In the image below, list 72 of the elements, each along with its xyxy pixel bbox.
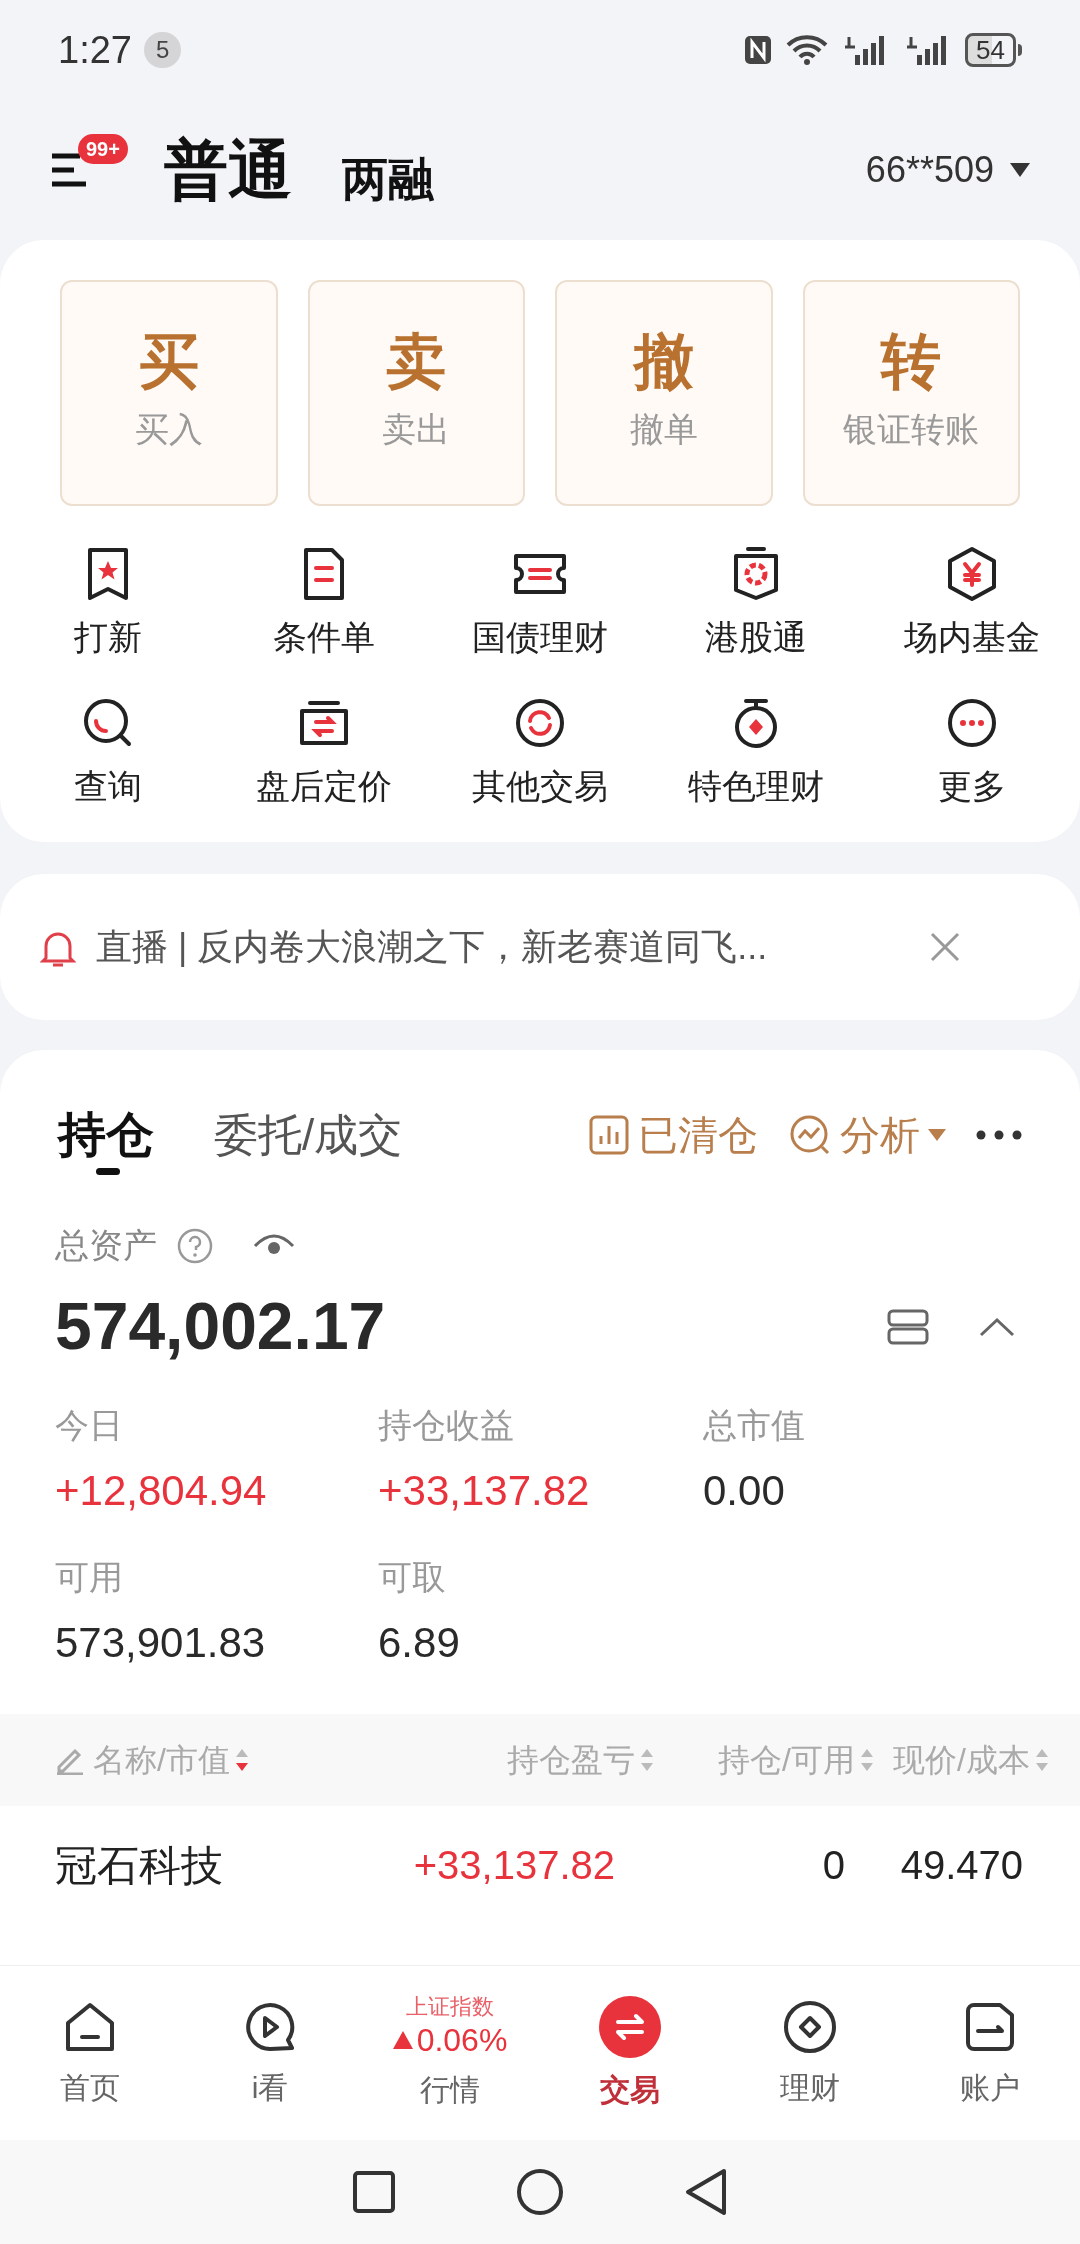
stock-name[interactable]: 冠石科技: [55, 1833, 355, 1897]
action-glyph: 买: [138, 331, 199, 392]
trend-icon: [788, 1113, 832, 1157]
nav-tab[interactable]: 交易: [540, 1994, 720, 2112]
close-icon[interactable]: [930, 932, 960, 962]
notification-badge: 99+: [78, 134, 128, 164]
stat-label: 可用: [55, 1557, 124, 1598]
quick-action-button[interactable]: 撤 撤单: [555, 280, 773, 506]
account-type-tab[interactable]: 两融: [342, 145, 434, 218]
holdings-tab[interactable]: 委托/成交: [214, 1102, 403, 1168]
table-cell-text: 0: [821, 1842, 845, 1889]
nfc-icon: [743, 34, 774, 66]
nav-tab[interactable]: 上证指数 0.06% 行情: [360, 1994, 540, 2112]
quick-action-button[interactable]: 买 买入: [60, 280, 278, 506]
shortcut-item[interactable]: 打新: [0, 544, 216, 663]
action-glyph: 撤: [633, 331, 694, 392]
shortcut-item[interactable]: 条件单: [216, 544, 432, 663]
help-icon[interactable]: [177, 1227, 213, 1264]
action-label: 银证转账: [843, 408, 980, 450]
quick-action-button[interactable]: 转 银证转账: [802, 280, 1020, 506]
stat-label: 持仓收益: [378, 1405, 515, 1446]
nav-tab[interactable]: 理财: [720, 1996, 900, 2110]
home-circle-icon[interactable]: [516, 2168, 564, 2216]
action-glyph: 卖: [386, 331, 447, 392]
table-cell-text: 49.470: [899, 1842, 1024, 1889]
nav-tab[interactable]: i看: [180, 1996, 360, 2110]
stat-label: 今日: [55, 1405, 124, 1446]
account-number[interactable]: 66**509: [865, 143, 994, 197]
account-type-tab[interactable]: 普通: [164, 122, 292, 218]
stat-value: +12,804.94: [55, 1466, 268, 1516]
action-label: 买入: [134, 408, 203, 450]
action-label: 撤单: [629, 408, 698, 450]
total-assets-value: 574,002.17: [55, 1288, 386, 1365]
wifi-icon: [785, 34, 830, 66]
news-banner[interactable]: 直播 | 反内卷大浪潮之下，新老赛道同飞...: [0, 874, 1080, 1020]
notification-count: 5: [143, 32, 182, 68]
total-assets-label: 总资产: [55, 1225, 157, 1266]
index-name: 上证指数: [406, 1992, 494, 2021]
stat-label: 总市值: [703, 1405, 806, 1446]
caret-down-icon: [928, 1129, 946, 1141]
exchange-icon: [598, 1994, 662, 2059]
bar-chart-icon: [588, 1114, 630, 1156]
nav-tab[interactable]: 账户: [900, 1996, 1080, 2110]
banner-text: 直播 | 反内卷大浪潮之下，新老赛道同飞...: [96, 925, 768, 969]
back-icon[interactable]: [684, 2168, 728, 2216]
shortcut-item[interactable]: 港股通: [648, 544, 864, 663]
shortcut-item[interactable]: 更多: [864, 693, 1080, 812]
shortcut-item[interactable]: 盘后定价: [216, 693, 432, 812]
action-label: 卖出: [382, 408, 451, 450]
stat-value: 573,901.83: [55, 1618, 267, 1668]
layout-icon[interactable]: [887, 1308, 929, 1345]
up-triangle-icon: [392, 2031, 413, 2050]
shortcut-item[interactable]: 国债理财: [432, 544, 648, 663]
index-change: 0.06%: [416, 2021, 508, 2061]
shortcut-item[interactable]: 场内基金: [864, 544, 1080, 663]
table-cell-text: +33,137.82: [412, 1842, 615, 1889]
stat-label: 可取: [378, 1557, 447, 1598]
collapse-icon[interactable]: [979, 1316, 1015, 1337]
shortcut-item[interactable]: 其他交易: [432, 693, 648, 812]
quick-action-button[interactable]: 卖 卖出: [307, 280, 525, 506]
nav-tab[interactable]: 首页: [0, 1996, 180, 2110]
shortcut-item[interactable]: 特色理财: [648, 693, 864, 812]
stat-value: 0.00: [703, 1466, 786, 1516]
action-glyph: 转: [881, 331, 942, 392]
stat-value: +33,137.82: [378, 1466, 591, 1516]
stat-value: 6.89: [378, 1618, 461, 1668]
shortcut-item[interactable]: 查询: [0, 693, 216, 812]
recent-apps-icon[interactable]: [352, 2170, 396, 2214]
more-icon[interactable]: [976, 1130, 1022, 1140]
clock: 1:27: [58, 27, 132, 73]
battery-indicator: 54: [965, 33, 1022, 67]
caret-down-icon: [1010, 163, 1030, 177]
